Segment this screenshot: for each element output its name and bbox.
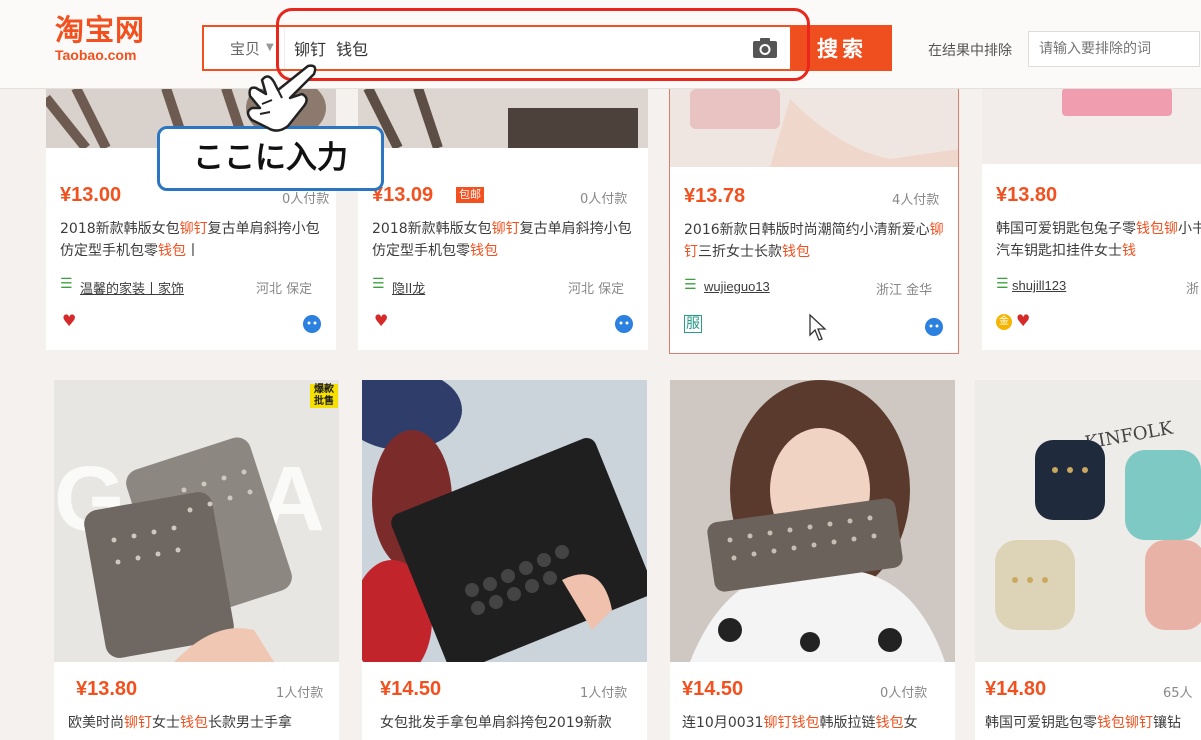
shop-name[interactable]: shujill123	[1012, 278, 1066, 293]
camera-icon[interactable]	[752, 37, 778, 59]
product-card[interactable]: ¥14.50 0人付款 连10月0031铆钉钱包韩版拉链钱包女	[670, 380, 955, 740]
product-image[interactable]	[670, 380, 955, 662]
mouse-cursor-icon	[809, 313, 827, 341]
product-price: ¥14.50	[682, 678, 744, 700]
sales-count: 65人	[1163, 686, 1193, 701]
product-title[interactable]: 欧美时尚铆钉女士钱包长款男士手拿	[68, 712, 330, 734]
exclude-input[interactable]	[1028, 31, 1200, 67]
search-button[interactable]: 搜索	[792, 25, 892, 71]
top-header: 淘宝网 Taobao.com 宝贝 ▼ 搜索 在结果中排除	[0, 0, 1201, 89]
product-price: ¥13.80	[996, 184, 1058, 206]
product-title[interactable]: 韩国可爱钥匙包兔子零钱包铆小书包汽车钥匙扣挂件女士钱	[996, 218, 1201, 262]
shop-name[interactable]: wujieguo13	[704, 279, 770, 294]
exclude-label: 在结果中排除	[928, 43, 1012, 59]
search-input[interactable]	[294, 31, 734, 65]
product-image[interactable]	[362, 380, 647, 662]
category-label: 宝贝	[230, 40, 261, 58]
sales-count: 0人付款	[880, 686, 928, 701]
wangwang-chat-icon[interactable]	[614, 314, 634, 334]
location: 河北 保定	[256, 282, 313, 297]
heart-icon: ♥	[62, 311, 77, 330]
product-image[interactable]: GARA	[54, 380, 339, 662]
shop-icon: ☰	[684, 277, 697, 293]
product-title[interactable]: 女包批发手拿包单肩斜挎包2019新款	[380, 712, 642, 734]
clothing-tag-icon: 服	[684, 315, 702, 333]
product-card[interactable]: ¥13.09 包邮 0人付款 2018新款韩版女包铆钉复古单肩斜挎小包仿定型手机…	[358, 88, 648, 350]
product-title[interactable]: 2016新款日韩版时尚潮简约小清新爱心铆钉三折女士长款钱包	[684, 219, 946, 263]
product-image[interactable]	[670, 89, 959, 167]
sales-count: 4人付款	[892, 193, 940, 208]
product-card[interactable]: KINFOLK ¥14.80 65人 韩国可爱钥匙包零钱包铆钉镶钻	[975, 380, 1201, 740]
wangwang-chat-icon[interactable]	[924, 317, 944, 337]
location: 浙	[1186, 282, 1200, 297]
sales-count: 1人付款	[276, 686, 324, 701]
logo-english: Taobao.com	[55, 47, 137, 63]
product-image[interactable]	[358, 88, 648, 148]
product-price: ¥14.50	[380, 678, 442, 700]
location: 浙江 金华	[876, 283, 933, 298]
product-price: ¥13.00	[60, 184, 122, 206]
shop-icon: ☰	[60, 276, 73, 292]
heart-icon: ♥	[374, 311, 389, 330]
product-title[interactable]: 2018新款韩版女包铆钉复古单肩斜挎小包仿定型手机包零钱包	[372, 218, 634, 262]
shop-name[interactable]: 隐ll龙	[392, 278, 425, 297]
product-card[interactable]: ¥13.80 韩国可爱钥匙包兔子零钱包铆小书包汽车钥匙扣挂件女士钱 ☰ shuj…	[982, 88, 1201, 350]
shop-icon: ☰	[996, 276, 1009, 292]
sales-count: 0人付款	[580, 192, 628, 207]
taobao-logo[interactable]: 淘宝网 Taobao.com	[55, 14, 175, 70]
heart-icon: ♥	[1016, 311, 1031, 330]
product-price: ¥13.80	[76, 678, 138, 700]
product-image[interactable]	[982, 88, 1201, 164]
wangwang-chat-icon[interactable]	[302, 314, 322, 334]
gold-seller-icon: 金	[996, 314, 1012, 330]
sales-count: 1人付款	[580, 686, 628, 701]
location: 河北 保定	[568, 282, 625, 297]
product-card[interactable]: GARA 爆款批售 ¥13.80 1人付款 欧美时尚铆钉女士钱包长款男士手拿	[54, 380, 339, 740]
product-image[interactable]: KINFOLK	[975, 380, 1201, 662]
product-title[interactable]: 2018新款韩版女包铆钉复古单肩斜挎小包仿定型手机包零钱包丨	[60, 218, 322, 262]
promo-badge: 爆款批售	[310, 384, 338, 408]
product-price: ¥14.80	[985, 678, 1047, 700]
pointing-hand-icon	[246, 64, 317, 132]
product-price: ¥13.78	[684, 185, 746, 207]
product-card[interactable]: ¥14.50 1人付款 女包批发手拿包单肩斜挎包2019新款	[362, 380, 647, 740]
shop-name[interactable]: 温馨的家装丨家饰	[80, 278, 184, 297]
shop-icon: ☰	[372, 276, 385, 292]
chevron-down-icon: ▼	[266, 42, 274, 53]
product-title[interactable]: 韩国可爱钥匙包零钱包铆钉镶钻	[985, 712, 1201, 734]
product-title[interactable]: 连10月0031铆钉钱包韩版拉链钱包女	[682, 712, 944, 734]
logo-chinese: 淘宝网	[55, 13, 146, 47]
free-shipping-badge: 包邮	[456, 187, 484, 203]
